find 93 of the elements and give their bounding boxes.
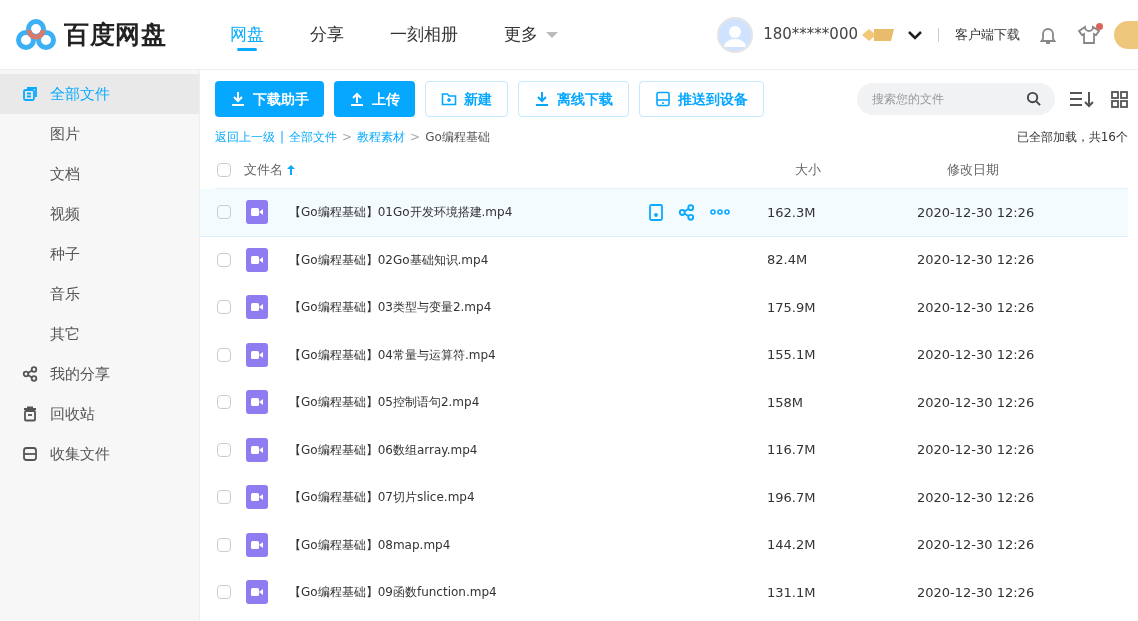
video-file-icon [246,295,268,320]
sidebar-item[interactable]: 视频 [0,194,199,234]
sidebar-item[interactable]: 其它 [0,314,199,354]
video-file-icon [246,437,268,462]
file-size: 196.7M [767,488,817,507]
video-file-icon [246,342,268,367]
file-date: 2020-12-30 12:26 [917,203,1035,222]
file-date: 2020-12-30 12:26 [917,298,1035,317]
row-checkbox[interactable] [217,490,231,505]
breadcrumb-separator: | [280,129,285,146]
row-checkbox[interactable] [217,252,231,267]
file-name[interactable]: 【Go编程基础】06数组array.mp4 [289,440,649,459]
breadcrumb-current: Go编程基础 [425,129,490,146]
shirt-icon[interactable] [1078,24,1100,45]
file-size: 144.2M [767,536,817,554]
row-checkbox[interactable] [217,300,231,315]
device-icon[interactable] [649,203,663,221]
cloud-logo-icon [16,17,56,52]
file-date: 2020-12-30 12:26 [917,251,1035,269]
upload-icon [349,91,365,107]
vip-badge[interactable] [1114,20,1138,49]
sidebar-item[interactable]: 音乐 [0,274,199,314]
video-file-icon [246,200,268,225]
file-name[interactable]: 【Go编程基础】09函数function.mp4 [289,583,649,602]
file-name[interactable]: 【Go编程基础】04常量与运算符.mp4 [289,345,649,364]
logo-text: 百度网盘 [64,18,167,51]
download-icon [230,91,246,107]
load-status: 已全部加载，共16个 [1016,129,1128,146]
search-field[interactable]: 搜索您的文件 [857,83,1055,115]
file-date: 2020-12-30 12:26 [917,441,1035,459]
row-checkbox[interactable] [217,585,231,600]
grid-view-icon[interactable] [1111,90,1128,108]
video-file-icon [246,485,268,510]
folder-plus-icon [441,91,457,107]
column-header[interactable]: 文件名 [244,160,295,180]
file-name[interactable]: 【Go编程基础】01Go开发环境搭建.mp4 [289,203,649,222]
file-size: 175.9M [767,298,817,317]
file-date: 2020-12-30 12:26 [917,393,1035,412]
file-size: 155.1M [767,346,817,364]
sidebar-item[interactable]: 种子 [0,234,199,274]
file-name[interactable]: 【Go编程基础】05控制语句2.mp4 [289,393,649,412]
share-icon [22,366,38,382]
files-icon [22,86,38,102]
sort-up-icon [287,165,295,175]
column-header[interactable]: 大小 [795,160,947,180]
nav-tab[interactable]: 分享 [310,0,344,69]
download-icon [534,91,550,107]
file-date: 2020-12-30 12:26 [917,583,1035,602]
row-checkbox[interactable] [217,395,231,410]
coin-badge-icon [860,26,896,43]
row-checkbox[interactable] [217,442,231,457]
sidebar-item[interactable]: 文档 [0,154,199,194]
file-size: 162.3M [767,203,817,222]
file-size: 131.1M [767,583,817,602]
user-name[interactable]: 180*****000 [763,23,858,46]
file-row[interactable]: 【Go编程基础】01Go开发环境搭建.mp4 162.3M 2020-12-30 12:26 [200,189,1128,237]
video-file-icon [246,532,268,557]
sidebar-item[interactable]: 图片 [0,114,199,154]
video-file-icon [246,390,268,415]
column-header[interactable]: 修改日期 [947,160,999,180]
share-icon [678,203,695,221]
trash-icon [22,406,38,422]
file-date: 2020-12-30 12:26 [917,536,1035,554]
row-checkbox[interactable] [217,347,231,362]
search-icon[interactable] [1026,91,1041,106]
file-name[interactable]: 【Go编程基础】08map.mp4 [289,535,649,554]
file-name[interactable]: 【Go编程基础】02Go基础知识.mp4 [289,250,649,269]
more-icon[interactable] [710,209,730,216]
file-name[interactable]: 【Go编程基础】07切片slice.mp4 [289,488,649,507]
select-all-checkbox[interactable] [217,163,231,177]
nav-tab[interactable]: 更多 [504,0,558,69]
nav-tab[interactable]: 一刻相册 [390,0,458,69]
video-file-icon [246,580,268,605]
file-name[interactable]: 【Go编程基础】03类型与变量2.mp4 [289,298,649,317]
sidebar-item[interactable]: 回收站 [0,394,199,434]
breadcrumb-separator: > [342,129,353,146]
file-date: 2020-12-30 12:26 [917,346,1035,364]
sort-icon[interactable] [1069,90,1095,108]
video-file-icon [246,247,268,272]
row-checkbox[interactable] [217,537,231,552]
inbox-icon [22,446,38,462]
file-date: 2020-12-30 12:26 [917,488,1035,507]
client-download-link[interactable]: 客户端下载 [955,24,1020,45]
file-size: 82.4M [767,251,809,269]
chevron-down-icon[interactable] [908,29,922,40]
sidebar-item[interactable]: 我的分享 [0,354,199,394]
avatar-icon[interactable] [717,16,754,53]
sidebar-item[interactable]: 收集文件 [0,434,199,474]
file-size: 116.7M [767,441,817,459]
row-checkbox[interactable] [217,205,231,220]
breadcrumb-separator: > [410,129,421,146]
file-size: 158M [767,393,805,412]
device-icon [655,91,671,107]
